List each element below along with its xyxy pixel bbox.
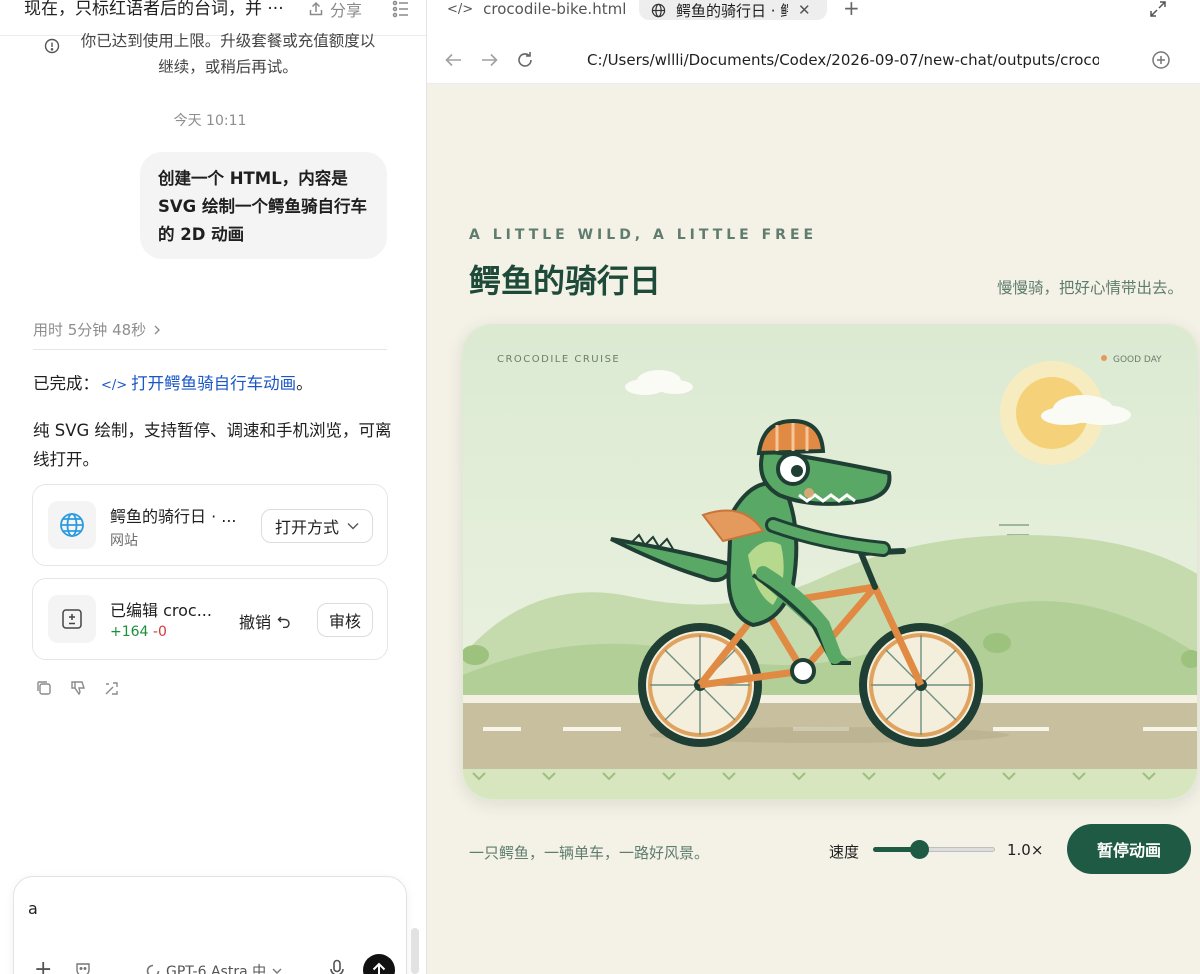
review-button[interactable]: 审核 [317, 603, 373, 637]
user-message-bubble: 创建一个 HTML，内容是 SVG 绘制一个鳄鱼骑自行车的 2D 动画 [140, 152, 387, 259]
chat-scrollbar[interactable] [411, 928, 419, 974]
forward-arrow-icon[interactable] [479, 50, 499, 70]
chat-title-more[interactable]: ··· [267, 0, 283, 18]
message-actions [35, 679, 121, 697]
diff-stats: +164 -0 [110, 624, 167, 640]
globe-icon [651, 3, 666, 17]
spinner-icon [146, 964, 160, 974]
chat-title-text: 现在，只标红语者后的台词，并 [24, 0, 262, 18]
speed-label: 速度 [829, 843, 860, 861]
back-arrow-icon[interactable] [444, 50, 464, 70]
usage-limit-text: 你已达到使用上限。升级套餐或充值额度以继续，或稍后再试。 [80, 32, 376, 76]
edited-file-card[interactable]: 已编辑 croc... +164 -0 撤销 审核 [32, 578, 388, 660]
browser-panel: </> crocodile-bike.html 鳄鱼的骑行日 · 鳄 ✕ + C… [427, 0, 1200, 974]
send-button[interactable] [363, 954, 395, 974]
page-title: 鳄鱼的骑行日 [469, 262, 662, 300]
message-composer: a + GPT-6 Astra 中 [13, 876, 407, 974]
code-icon: </> [101, 378, 128, 393]
share-icon [309, 1, 323, 16]
open-with-label: 打开方式 [274, 518, 339, 537]
website-card-subtitle: 网站 [110, 533, 138, 549]
mask-icon[interactable] [74, 961, 92, 974]
url-field[interactable]: C:/Users/wllli/Documents/Codex/2026-09-0… [587, 51, 1099, 69]
chevron-down-icon [272, 968, 282, 974]
close-tab-icon[interactable]: ✕ [798, 1, 811, 19]
website-card[interactable]: 鳄鱼的骑行日 · ... 网站 打开方式 [32, 484, 388, 566]
new-tab-icon[interactable]: + [843, 0, 860, 18]
globe-icon [48, 501, 96, 549]
speed-slider-thumb[interactable] [909, 840, 929, 859]
undo-icon [277, 616, 290, 628]
tab-bar: </> crocodile-bike.html 鳄鱼的骑行日 · 鳄 ✕ + [427, 0, 1200, 38]
outline-icon[interactable] [392, 0, 410, 18]
tab-label: crocodile-bike.html [483, 0, 627, 18]
message-timestamp: 今天 10:11 [173, 113, 247, 129]
website-card-title: 鳄鱼的骑行日 · ... [110, 507, 237, 526]
scene-left-label: CROCODILE CRUISE [497, 354, 620, 365]
undo-button[interactable]: 撤销 [239, 609, 291, 633]
scene-svg: CROCODILE CRUISE GOOD DAY [463, 325, 1197, 799]
expand-icon[interactable] [1149, 0, 1167, 18]
chat-panel: 现在，只标红语者后的台词，并 ··· 分享 你已达到使用上限。升级套餐或充值额度… [0, 0, 426, 974]
share-label: 分享 [330, 1, 363, 20]
info-icon [44, 38, 60, 54]
edited-file-title: 已编辑 croc... [110, 601, 212, 620]
speed-value: 1.0× [1007, 841, 1044, 859]
code-icon: </> [447, 1, 474, 17]
arrow-up-icon [372, 962, 386, 974]
composer-input[interactable]: a [28, 899, 38, 918]
pause-animation-button[interactable]: 暂停动画 [1067, 824, 1191, 874]
add-circle-icon[interactable] [1151, 50, 1171, 70]
open-animation-link[interactable]: </> 打开鳄鱼骑自行车动画 [99, 374, 296, 393]
diff-icon [48, 595, 96, 643]
web-page: A LITTLE WILD, A LITTLE FREE 鳄鱼的骑行日 慢慢骑，… [427, 84, 1200, 974]
chevron-right-icon [154, 325, 161, 334]
assistant-description: 纯 SVG 绘制，支持暂停、调速和手机浏览，可离线打开。 [33, 421, 392, 469]
share-button[interactable]: 分享 [308, 0, 363, 20]
crocodile-scene: CROCODILE CRUISE GOOD DAY [462, 324, 1198, 800]
model-selector[interactable]: GPT-6 Astra 中 [146, 961, 282, 974]
additions-count: +164 [110, 624, 149, 640]
open-animation-link-text: 打开鳄鱼骑自行车动画 [131, 374, 297, 393]
undo-label: 撤销 [239, 613, 272, 632]
scene-right-label: GOOD DAY [1113, 355, 1162, 365]
completion-prefix: 已完成： [33, 374, 99, 393]
page-eyebrow: A LITTLE WILD, A LITTLE FREE [469, 227, 818, 243]
tab-label: 鳄鱼的骑行日 · 鳄 [676, 1, 788, 20]
share-branch-icon[interactable] [103, 679, 121, 697]
thumbs-down-icon[interactable] [69, 679, 87, 697]
completion-suffix: 。 [296, 374, 313, 393]
status-dot [1101, 355, 1107, 361]
deletions-count: -0 [152, 624, 167, 640]
chat-title[interactable]: 现在，只标红语者后的台词，并 ··· [24, 0, 284, 18]
page-tagline: 慢慢骑，把好心情带出去。 [997, 279, 1184, 297]
completion-line: 已完成： </> 打开鳄鱼骑自行车动画。 [33, 372, 313, 398]
divider [33, 349, 387, 350]
tab-crocodile-page[interactable]: 鳄鱼的骑行日 · 鳄 ✕ [639, 0, 827, 20]
add-attachment-icon[interactable]: + [34, 957, 52, 974]
open-with-button[interactable]: 打开方式 [261, 509, 373, 543]
address-bar: C:/Users/wllli/Documents/Codex/2026-09-0… [427, 38, 1200, 84]
copy-icon[interactable] [35, 679, 53, 697]
tab-crocodile-bike-html[interactable]: </> crocodile-bike.html [447, 0, 626, 18]
road-edge [463, 695, 1197, 703]
elapsed-toggle[interactable]: 用时 5分钟 48秒 [33, 319, 162, 340]
reload-icon[interactable] [515, 50, 535, 70]
model-name: GPT-6 Astra 中 [166, 964, 267, 974]
chevron-down-icon [347, 523, 359, 530]
speed-slider[interactable] [873, 838, 995, 860]
elapsed-text: 用时 5分钟 48秒 [33, 321, 147, 339]
page-caption: 一只鳄鱼，一辆单车，一路好风景。 [469, 844, 710, 862]
microphone-icon[interactable] [328, 959, 346, 974]
grass [463, 769, 1197, 799]
